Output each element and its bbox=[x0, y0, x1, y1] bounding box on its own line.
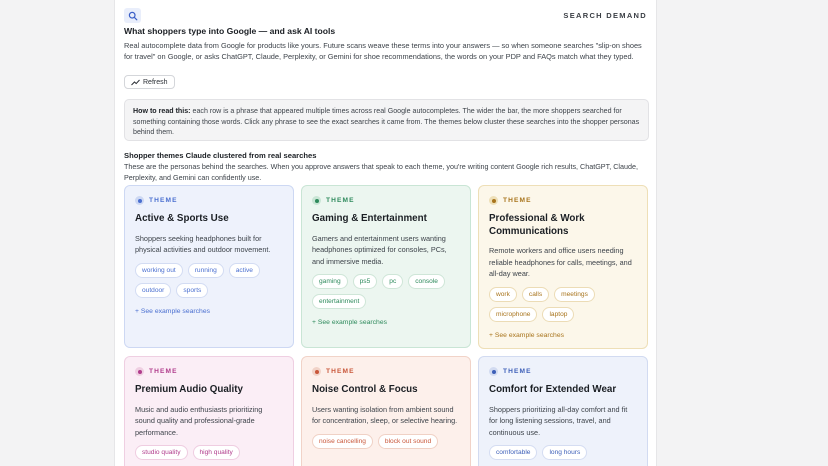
themes-heading: Shopper themes Claude clustered from rea… bbox=[124, 151, 317, 160]
theme-name: Noise Control & Focus bbox=[312, 384, 418, 395]
how-to-read-lead: How to read this: bbox=[133, 107, 191, 115]
keyword-chip[interactable]: high quality bbox=[192, 445, 240, 460]
section-eyebrow: SEARCH DEMAND bbox=[563, 11, 647, 20]
keyword-chip[interactable]: microphone bbox=[489, 306, 538, 322]
keyword-chip[interactable]: calls bbox=[521, 286, 550, 302]
theme-tag-label: THEME bbox=[326, 197, 355, 204]
theme-keyword-list: gaming ps5 pc console entertainment bbox=[312, 274, 460, 309]
keyword-chip[interactable]: noise cancelling bbox=[312, 433, 373, 449]
theme-keyword-list: noise cancelling block out sound bbox=[312, 433, 460, 449]
theme-description: Music and audio enthusiasts prioritizing… bbox=[135, 404, 263, 437]
theme-keyword-list: working out running active outdoor sports bbox=[135, 262, 283, 298]
theme-description: Users wanting isolation from ambient sou… bbox=[312, 404, 458, 426]
keyword-chip[interactable]: entertainment bbox=[312, 294, 367, 309]
keyword-chip[interactable]: gaming bbox=[312, 274, 348, 289]
theme-dot-icon bbox=[489, 367, 498, 376]
theme-dot-icon bbox=[489, 196, 498, 205]
see-example-searches-link[interactable]: + See example searches bbox=[489, 332, 637, 339]
theme-dot-icon bbox=[312, 196, 321, 205]
theme-keyword-list: studio quality high quality bbox=[135, 445, 283, 460]
themes-description: These are the personas behind the search… bbox=[124, 162, 638, 182]
refresh-label: Refresh bbox=[143, 78, 168, 86]
keyword-chip[interactable]: comfortable bbox=[489, 445, 538, 460]
search-icon bbox=[128, 11, 137, 20]
theme-name: Active & Sports Use bbox=[135, 213, 229, 224]
see-example-searches-link[interactable]: + See example searches bbox=[312, 319, 460, 326]
keyword-chip[interactable]: console bbox=[408, 274, 445, 289]
keyword-chip[interactable]: ps5 bbox=[352, 274, 378, 289]
theme-tag-label: THEME bbox=[149, 368, 178, 375]
keyword-chip[interactable]: laptop bbox=[542, 306, 575, 322]
keyword-chip[interactable]: running bbox=[187, 262, 224, 278]
search-button[interactable] bbox=[124, 8, 141, 23]
keyword-chip[interactable]: meetings bbox=[554, 286, 595, 302]
theme-dot-icon bbox=[312, 367, 321, 376]
how-to-read-text: each row is a phrase that appeared multi… bbox=[133, 107, 640, 136]
theme-dot-icon bbox=[135, 367, 144, 376]
theme-card[interactable]: THEME Gaming & Entertainment Gamers and en… bbox=[301, 185, 471, 348]
theme-description: Remote workers and office users needing … bbox=[489, 246, 632, 278]
theme-tag: THEME bbox=[489, 196, 637, 205]
keyword-chip[interactable]: active bbox=[228, 262, 260, 278]
theme-name: Premium Audio Quality bbox=[135, 384, 243, 395]
theme-name: Gaming & Entertainment bbox=[312, 213, 427, 224]
theme-tag-label: THEME bbox=[503, 368, 532, 375]
theme-tag: THEME bbox=[312, 367, 460, 376]
theme-description: Shoppers prioritizing all-day comfort an… bbox=[489, 404, 628, 437]
how-to-read-box: How to read this: each row is a phrase t… bbox=[124, 99, 649, 141]
theme-tag: THEME bbox=[312, 196, 460, 205]
theme-tag: THEME bbox=[135, 367, 283, 376]
theme-tag: THEME bbox=[135, 196, 283, 205]
theme-keyword-list: comfortable long hours bbox=[489, 445, 637, 460]
trend-icon bbox=[131, 79, 140, 85]
keyword-chip[interactable]: working out bbox=[135, 262, 183, 278]
keyword-chip[interactable]: work bbox=[489, 286, 517, 302]
theme-description: Shoppers seeking headphones built for ph… bbox=[135, 233, 271, 255]
theme-card[interactable]: THEME Noise Control & Focus Users wanting … bbox=[301, 356, 471, 466]
keyword-chip[interactable]: pc bbox=[382, 274, 404, 289]
see-example-searches-link[interactable]: + See example searches bbox=[135, 308, 283, 315]
theme-card[interactable]: THEME Active & Sports Use Shoppers seeking… bbox=[124, 185, 294, 348]
theme-card[interactable]: THEME Premium Audio Quality Music and audi… bbox=[124, 356, 294, 466]
theme-tag: THEME bbox=[489, 367, 637, 376]
page-description: Real autocomplete data from Google for p… bbox=[124, 41, 642, 61]
theme-card[interactable]: THEME Comfort for Extended Wear Shoppers p… bbox=[478, 356, 648, 466]
theme-dot-icon bbox=[135, 196, 144, 205]
theme-tag-label: THEME bbox=[503, 197, 532, 204]
keyword-chip[interactable]: outdoor bbox=[135, 282, 172, 298]
page-title: What shoppers type into Google — and ask… bbox=[124, 26, 336, 36]
keyword-chip[interactable]: sports bbox=[176, 282, 209, 298]
theme-keyword-list: work calls meetings microphone laptop bbox=[489, 286, 637, 322]
theme-name: Comfort for Extended Wear bbox=[489, 384, 617, 395]
keyword-chip[interactable]: studio quality bbox=[135, 445, 188, 460]
refresh-button[interactable]: Refresh bbox=[124, 75, 175, 89]
theme-name: Professional & Work Communications bbox=[489, 213, 585, 237]
theme-description: Gamers and entertainment users wanting h… bbox=[312, 233, 447, 266]
keyword-chip[interactable]: long hours bbox=[542, 445, 588, 460]
theme-tag-label: THEME bbox=[326, 368, 355, 375]
theme-card[interactable]: THEME Professional & Work Communications R… bbox=[478, 185, 648, 349]
search-demand-panel: SEARCH DEMAND What shoppers type into Go… bbox=[114, 0, 657, 466]
theme-tag-label: THEME bbox=[149, 197, 178, 204]
keyword-chip[interactable]: block out sound bbox=[377, 433, 439, 449]
